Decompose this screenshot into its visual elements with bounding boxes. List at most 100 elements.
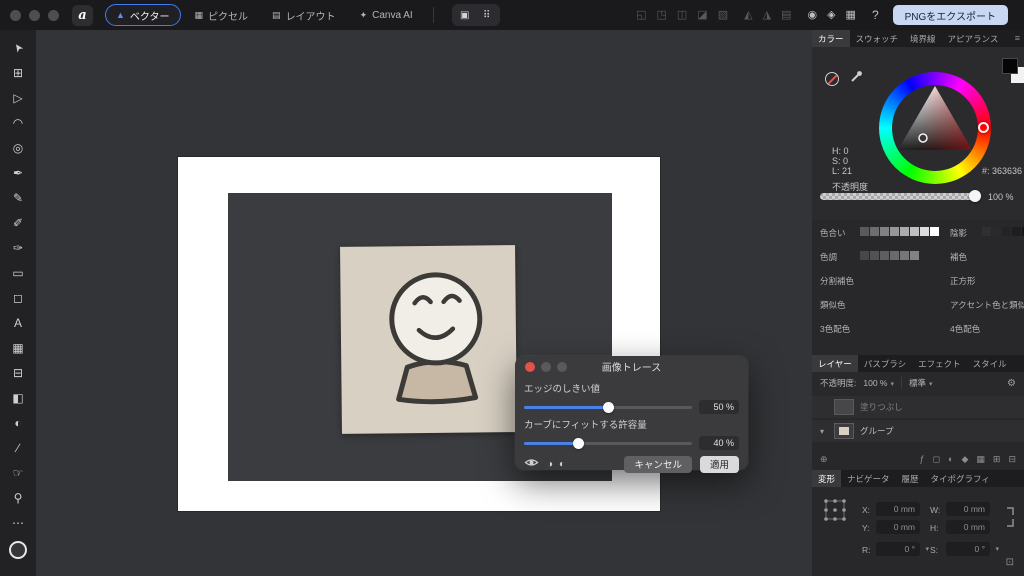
- gradient-tool[interactable]: ◧: [6, 387, 30, 409]
- minimize-button[interactable]: [29, 10, 40, 21]
- insert-inside-icon[interactable]: ▧: [718, 10, 728, 21]
- curve-tolerance-value[interactable]: 40 %: [699, 436, 739, 450]
- harmony-label[interactable]: 補色: [950, 251, 967, 263]
- harmony-swatch[interactable]: [910, 227, 919, 236]
- align-icon[interactable]: ▤: [781, 10, 791, 21]
- harmony-label[interactable]: 正方形: [950, 275, 976, 287]
- panel-tab[interactable]: スタイル: [967, 355, 1013, 372]
- edge-threshold-slider[interactable]: [524, 406, 692, 409]
- vector-brush-tool[interactable]: ✐: [6, 212, 30, 234]
- add-layer-icon[interactable]: ⊞: [993, 454, 1001, 465]
- harmony-swatch[interactable]: [1012, 227, 1021, 236]
- triangle-marker[interactable]: [919, 134, 927, 142]
- blend-mode-select[interactable]: 標準: [909, 377, 933, 389]
- fill-layer-icon[interactable]: ◆: [961, 454, 968, 465]
- edge-threshold-value[interactable]: 50 %: [699, 400, 739, 414]
- zoom-window-button[interactable]: [48, 10, 59, 21]
- add-object-icon[interactable]: ⊕: [820, 454, 828, 465]
- pencil-tool[interactable]: ✎: [6, 187, 30, 209]
- harmony-swatch[interactable]: [890, 251, 899, 260]
- hex-value[interactable]: #: 363636: [982, 166, 1022, 176]
- text-tool[interactable]: A: [6, 312, 30, 334]
- harmony-label[interactable]: 3色配色: [820, 323, 850, 335]
- mask-icon[interactable]: ◻: [933, 454, 940, 465]
- move-tool[interactable]: ➤: [2, 32, 34, 64]
- studio-presets-icon[interactable]: ▦: [846, 10, 856, 21]
- persona-layout[interactable]: ▤ レイアウト: [262, 4, 346, 26]
- threshold-preview-icon[interactable]: ◐: [559, 459, 565, 470]
- anchor-selector[interactable]: [822, 497, 848, 523]
- corner-tool[interactable]: ◠: [6, 112, 30, 134]
- panel-tab[interactable]: カラー: [812, 30, 850, 47]
- harmony-label[interactable]: 色調: [820, 251, 837, 263]
- split-preview-icon[interactable]: ◑: [547, 459, 553, 470]
- layer-settings-icon[interactable]: ⚙: [1007, 378, 1016, 389]
- dialog-close-button[interactable]: [525, 362, 535, 372]
- place-image-tool[interactable]: ▦: [6, 337, 30, 359]
- color-selector-well[interactable]: [8, 540, 28, 560]
- harmony-swatch[interactable]: [992, 227, 1001, 236]
- paint-brush-tool[interactable]: ✑: [6, 237, 30, 259]
- persona-canva-ai[interactable]: ✦ Canva AI: [350, 4, 423, 26]
- pen-tool[interactable]: ✒: [6, 162, 30, 184]
- harmony-swatch[interactable]: [1002, 227, 1011, 236]
- panel-tab[interactable]: 境界線: [904, 30, 942, 47]
- adjustment-icon[interactable]: ◐: [948, 454, 953, 464]
- harmony-label[interactable]: 4色配色: [950, 323, 980, 335]
- export-png-button[interactable]: PNGをエクスポート: [893, 5, 1008, 25]
- dialog-titlebar[interactable]: 画像トレース: [515, 356, 748, 377]
- w-input[interactable]: 0 mm: [946, 502, 990, 516]
- harmony-swatch[interactable]: [860, 227, 869, 236]
- harmony-swatch[interactable]: [880, 251, 889, 260]
- panel-tab[interactable]: レイヤー: [812, 355, 858, 372]
- hand-tool[interactable]: ☞: [6, 462, 30, 484]
- layer-row-group[interactable]: ▾ グループ: [812, 420, 1024, 442]
- close-button[interactable]: [10, 10, 21, 21]
- flip-vertical-icon[interactable]: ◮: [763, 10, 771, 21]
- hue-marker[interactable]: [978, 122, 989, 133]
- content-frame-icon[interactable]: ▣: [455, 6, 475, 24]
- expand-group-icon[interactable]: ▾: [816, 427, 828, 436]
- dialog-minimize-button[interactable]: [541, 362, 551, 372]
- panel-tab[interactable]: アピアランス: [942, 30, 1005, 47]
- shape-tool[interactable]: ◻: [6, 287, 30, 309]
- harmony-label[interactable]: 陰影: [950, 227, 967, 239]
- fill-color-swatch[interactable]: [1002, 58, 1018, 74]
- harmony-swatch[interactable]: [880, 227, 889, 236]
- dialog-zoom-button[interactable]: [557, 362, 567, 372]
- slider-thumb[interactable]: [573, 438, 584, 449]
- opacity-slider[interactable]: [820, 193, 978, 200]
- canvas[interactable]: [36, 30, 812, 576]
- panel-tab[interactable]: 履歴: [896, 470, 925, 487]
- eyedropper-icon[interactable]: [849, 69, 864, 84]
- replace-icon[interactable]: ◪: [697, 10, 707, 21]
- panel-tab[interactable]: 変形: [812, 470, 841, 487]
- color-wheel[interactable]: [879, 72, 991, 184]
- harmony-label[interactable]: 分割補色: [820, 275, 854, 287]
- node-tool[interactable]: ▷: [6, 87, 30, 109]
- rotation-input[interactable]: 0 °: [876, 542, 920, 556]
- persona-vector[interactable]: ▲ ベクター: [105, 4, 181, 26]
- harmony-label[interactable]: 色合い: [820, 227, 846, 239]
- panel-tab[interactable]: エフェクト: [912, 355, 967, 372]
- sticky-note-image[interactable]: [340, 245, 517, 434]
- apply-button[interactable]: 適用: [700, 456, 739, 473]
- h-input[interactable]: 0 mm: [946, 520, 990, 534]
- dots-grid-icon[interactable]: ⠿: [477, 6, 497, 24]
- no-fill-indicator[interactable]: [825, 72, 839, 86]
- opacity-slider-thumb[interactable]: [969, 190, 981, 202]
- rectangle-tool[interactable]: ▭: [6, 262, 30, 284]
- link-dimensions-icon[interactable]: [1004, 503, 1016, 531]
- flip-horizontal-icon[interactable]: ◭: [744, 10, 752, 21]
- harmony-swatch[interactable]: [890, 227, 899, 236]
- harmony-swatch[interactable]: [930, 227, 939, 236]
- duplicate-icon[interactable]: ◫: [677, 10, 687, 21]
- persona-pixel[interactable]: ▦ ピクセル: [185, 4, 259, 26]
- slider-thumb[interactable]: [603, 402, 614, 413]
- marquee-tool[interactable]: ◎: [6, 137, 30, 159]
- harmony-swatch[interactable]: [900, 251, 909, 260]
- snapping-icon[interactable]: ◉: [807, 10, 817, 21]
- insert-behind-icon[interactable]: ◱: [636, 10, 646, 21]
- harmony-swatch[interactable]: [870, 227, 879, 236]
- transparency-tool[interactable]: ◐: [6, 412, 30, 434]
